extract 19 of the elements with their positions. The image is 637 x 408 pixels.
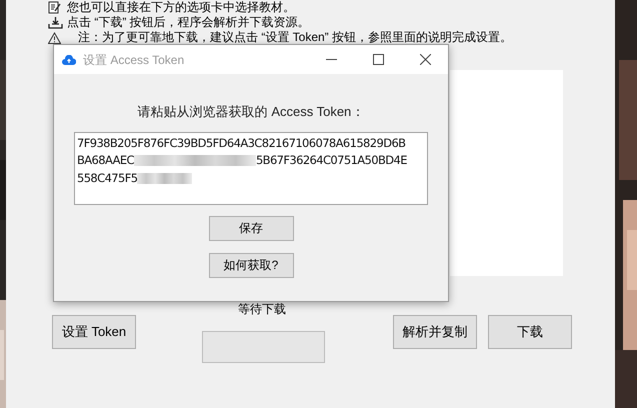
how-to-get-button[interactable]: 如何获取?: [208, 252, 294, 278]
info-text: 注：为了更可靠地下载，建议点击 “设置 Token” 按钮，参照里面的说明完成设置。: [78, 30, 512, 45]
maximize-icon[interactable]: [373, 54, 384, 65]
download-button[interactable]: 下载: [488, 315, 572, 349]
parse-copy-button[interactable]: 解析并复制: [393, 315, 477, 349]
set-token-button[interactable]: 设置 Token: [52, 315, 136, 349]
info-text: 您也可以直接在下方的选项卡中选择教材。: [67, 0, 295, 15]
notepad-icon: [48, 1, 61, 14]
warning-icon: [48, 32, 61, 44]
cloud-icon: [62, 54, 76, 64]
save-button[interactable]: 保存: [208, 216, 294, 240]
info-text: 点击 “下载” 按钮后，程序会解析并下载资源。: [67, 15, 310, 30]
dialog-title: 设置 Access Token: [83, 52, 184, 68]
tray-download-icon: [48, 16, 63, 29]
status-text: 等待下载: [238, 301, 286, 318]
token-line: 7F938B205F876FC39BD5FD64A3C82167106078A615829D6B: [77, 134, 406, 152]
token-field[interactable]: 7F938B205F876FC39BD5FD64A3C82167106078A615829D6B BA68AAEC 5B67F36264C0751A50BD4E 558C475F5: [74, 132, 428, 204]
prompt-text: 请粘贴从浏览器获取的 Access Token：: [138, 103, 364, 121]
close-icon[interactable]: [420, 54, 431, 65]
